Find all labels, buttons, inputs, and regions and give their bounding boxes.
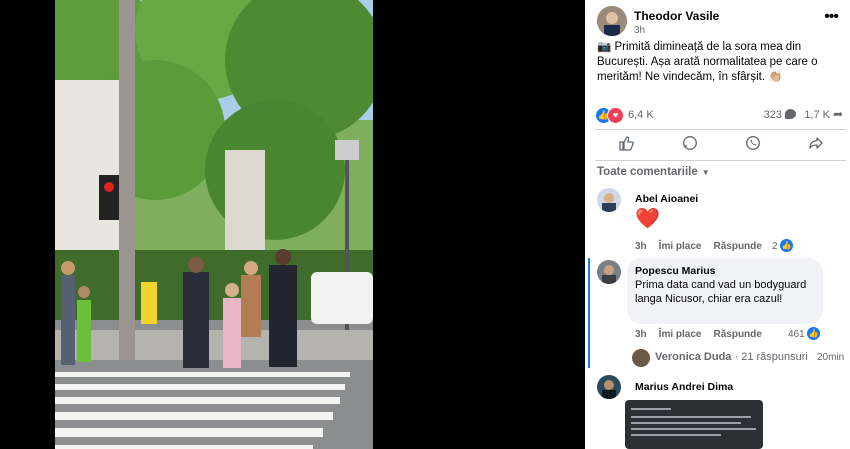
comment-bubble-icon bbox=[785, 109, 796, 119]
thread-indicator bbox=[588, 258, 590, 368]
whatsapp-icon[interactable] bbox=[742, 135, 764, 157]
reply-avatar[interactable] bbox=[632, 349, 650, 367]
commenter-name[interactable]: Abel Aioanei bbox=[635, 193, 698, 205]
author-avatar[interactable] bbox=[597, 6, 627, 36]
commenter-avatar[interactable] bbox=[597, 188, 621, 212]
sort-label: Toate comentariile bbox=[597, 166, 698, 178]
like-icon[interactable] bbox=[615, 135, 637, 157]
comment-like-count[interactable]: 461 bbox=[788, 329, 805, 340]
like-badge-icon: 👍 bbox=[807, 327, 820, 340]
share-icon[interactable] bbox=[805, 135, 827, 157]
reply-time: 20min bbox=[817, 352, 845, 363]
like-badge-icon: 👍 bbox=[780, 239, 793, 252]
post-stats: 👍 ♥ 6,4 K 323 1,7 K ➦ bbox=[595, 106, 844, 124]
commenter-avatar[interactable] bbox=[597, 260, 621, 284]
comment-text: Prima data cand vad un bodyguard langa N… bbox=[635, 279, 807, 305]
replies-summary[interactable]: Veronica Duda · 21 răspunsuri bbox=[655, 351, 808, 363]
reply-comment-button[interactable]: Răspunde bbox=[713, 329, 761, 340]
reply-comment-button[interactable]: Răspunde bbox=[713, 241, 761, 252]
comment-time[interactable]: 3h bbox=[635, 241, 647, 252]
post-panel: Theodor Vasile 3h ••• 📷 Primită dimineaț… bbox=[585, 0, 850, 449]
comments-count[interactable]: 323 bbox=[764, 109, 782, 121]
comment-icon[interactable] bbox=[679, 135, 701, 157]
post-photo[interactable] bbox=[55, 0, 373, 449]
like-comment-button[interactable]: Îmi place bbox=[659, 329, 702, 340]
commenter-avatar[interactable] bbox=[597, 375, 621, 399]
post-time[interactable]: 3h bbox=[634, 25, 645, 36]
post-caption: 📷 Primită dimineață de la sora mea din B… bbox=[597, 41, 818, 83]
comment-actions: 3h Îmi place Răspunde bbox=[635, 241, 774, 252]
shares-count[interactable]: 1,7 K bbox=[804, 109, 830, 121]
post-header: Theodor Vasile 3h ••• bbox=[597, 6, 842, 40]
comment-actions: 3h Îmi place Răspunde bbox=[635, 329, 774, 340]
comment-text: ❤️ bbox=[635, 208, 660, 230]
share-arrow-icon: ➦ bbox=[832, 107, 843, 121]
action-bar bbox=[595, 135, 846, 157]
comment-time[interactable]: 3h bbox=[635, 329, 647, 340]
reply-author: Veronica Duda bbox=[655, 351, 732, 363]
reactions-count[interactable]: 6,4 K bbox=[628, 109, 654, 121]
divider bbox=[595, 160, 846, 161]
divider bbox=[595, 129, 846, 130]
love-reaction-icon[interactable]: ♥ bbox=[607, 107, 624, 124]
more-options-icon[interactable]: ••• bbox=[824, 8, 839, 26]
comment-image-attachment[interactable] bbox=[625, 400, 763, 449]
commenter-name[interactable]: Marius Andrei Dima bbox=[635, 381, 733, 393]
like-comment-button[interactable]: Îmi place bbox=[659, 241, 702, 252]
commenter-name[interactable]: Popescu Marius bbox=[635, 265, 716, 277]
replies-count: · 21 răspunsuri bbox=[731, 351, 808, 363]
author-name[interactable]: Theodor Vasile bbox=[634, 9, 719, 23]
comment-sort-dropdown[interactable]: Toate comentariile ▼ bbox=[597, 166, 710, 178]
chevron-down-icon: ▼ bbox=[701, 168, 710, 177]
comment-like-count[interactable]: 2 bbox=[772, 241, 778, 252]
photo-viewer bbox=[0, 0, 585, 449]
